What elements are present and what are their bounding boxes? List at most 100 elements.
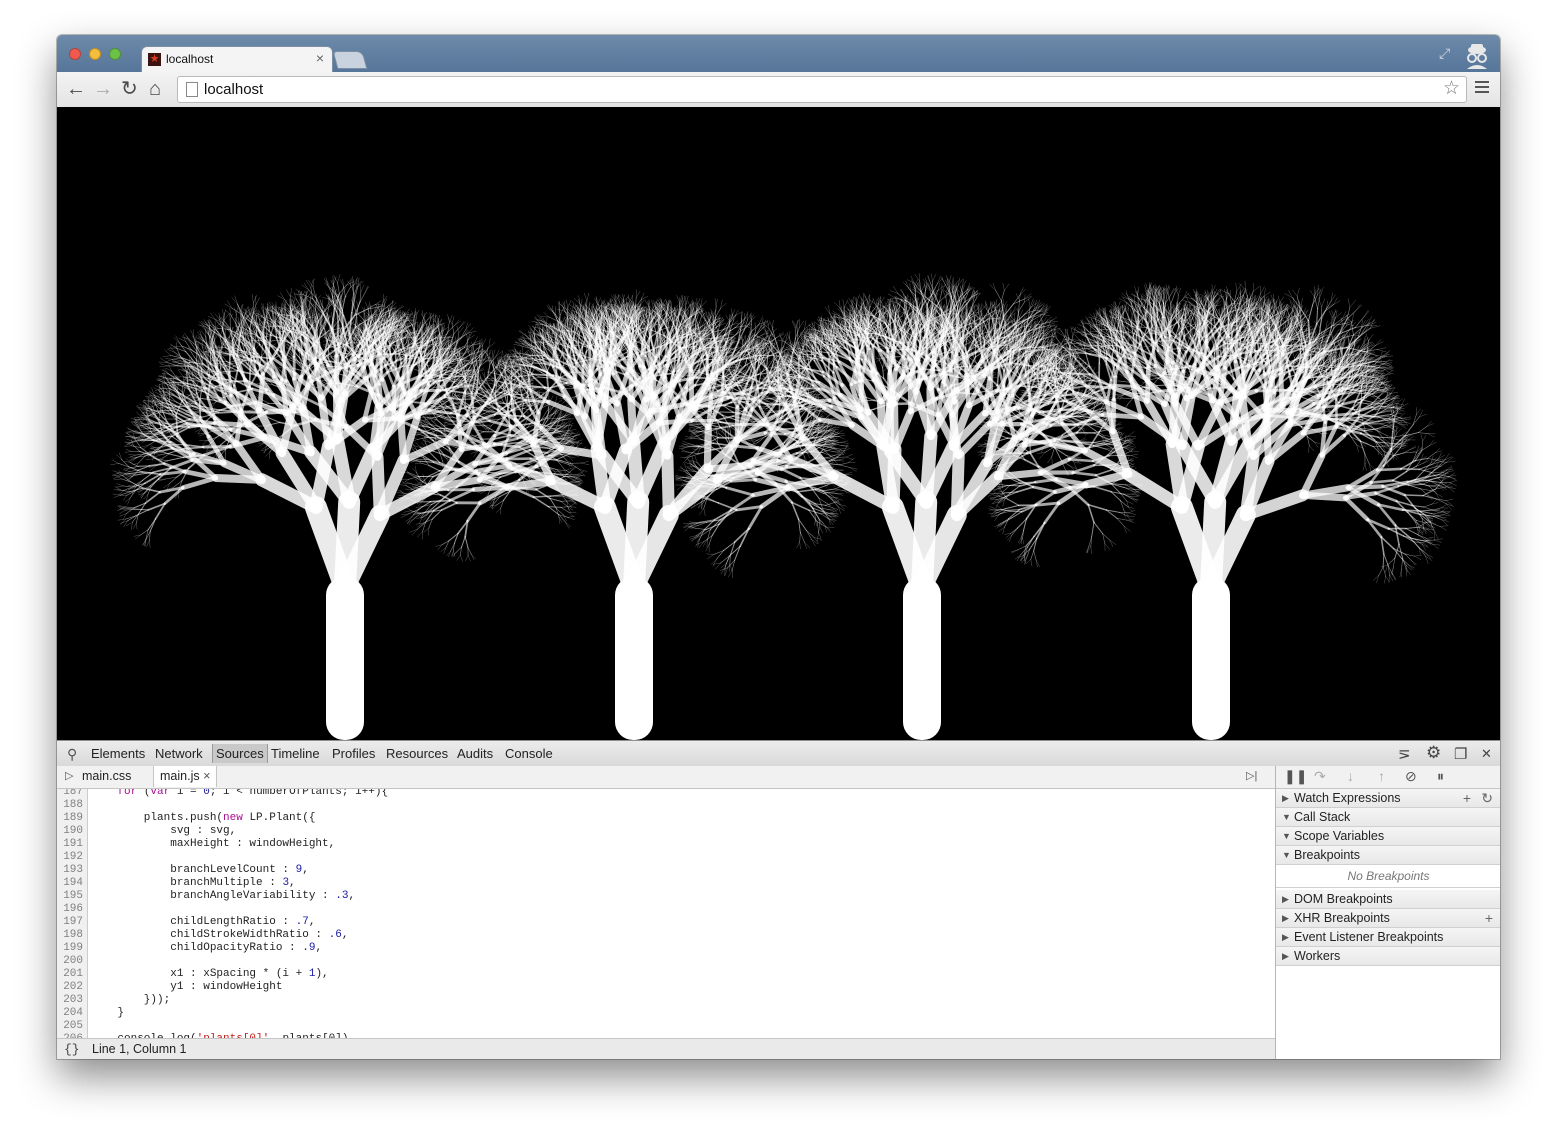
- tree-branch: [301, 284, 309, 290]
- favicon-icon: ★: [148, 53, 161, 66]
- tree-branch: [135, 509, 149, 517]
- tree-branch: [566, 467, 573, 471]
- forward-icon[interactable]: →: [93, 77, 113, 101]
- tree-branch: [580, 462, 590, 466]
- tree-branch: [128, 454, 136, 456]
- tree-branch: [131, 522, 133, 530]
- tree-branch: [310, 287, 313, 299]
- tree-branch: [169, 396, 177, 403]
- tree-branch: [145, 458, 156, 460]
- tree-branch: [181, 382, 184, 392]
- tree-branch: [458, 326, 464, 334]
- tree-branch: [222, 309, 224, 318]
- minimize-window-button[interactable]: [89, 48, 101, 60]
- tree-branch: [133, 444, 141, 452]
- tree-branch: [219, 336, 223, 348]
- tree-branch: [122, 495, 128, 501]
- tree-branch: [154, 384, 162, 389]
- home-icon[interactable]: ⌂: [149, 77, 161, 101]
- tree-branch: [234, 307, 237, 315]
- fullscreen-icon[interactable]: ⤢: [1439, 45, 1450, 62]
- tree-branch: [147, 392, 155, 398]
- tree-branch: [341, 295, 346, 312]
- tree-branch: [137, 489, 144, 492]
- new-tab-button[interactable]: [332, 51, 368, 69]
- tree-branch: [418, 360, 421, 377]
- tree-branch: [133, 522, 137, 529]
- tree-branch: [150, 392, 157, 397]
- tree-branch: [302, 293, 313, 299]
- tree-branch: [404, 308, 410, 316]
- zoom-window-button[interactable]: [109, 48, 121, 60]
- page-viewport: [57, 107, 1500, 740]
- tree-branch: [224, 303, 233, 309]
- tree-branch: [579, 469, 588, 472]
- tree-branch: [491, 349, 494, 358]
- tree-branch: [344, 287, 351, 297]
- tree-branch: [123, 445, 132, 447]
- tree-branch: [262, 324, 265, 341]
- tree-branch: [423, 311, 428, 318]
- address-bar[interactable]: localhost ☆: [177, 76, 1467, 103]
- menu-icon[interactable]: [1475, 81, 1489, 96]
- tree-branch: [341, 309, 344, 332]
- tree-branch: [371, 451, 386, 521]
- tree-branch: [575, 439, 583, 443]
- tree-branch: [286, 289, 291, 297]
- tree-branch: [158, 416, 166, 420]
- tree-branch: [555, 456, 563, 458]
- tree-branch: [159, 365, 168, 367]
- tree-branch: [178, 370, 184, 377]
- back-icon[interactable]: ←: [66, 77, 86, 101]
- tree-branch: [229, 307, 231, 315]
- tree-branch: [149, 540, 151, 548]
- tree-branch: [122, 469, 130, 472]
- bookmark-star-icon[interactable]: ☆: [1443, 77, 1460, 100]
- tree-branch: [111, 459, 119, 464]
- tree-branch: [136, 411, 142, 418]
- tree-branch: [235, 313, 237, 324]
- tree-branch: [451, 316, 455, 324]
- browser-window: ★ localhost × ⤢ ← → ↻ ⌂ localhost ☆ ⚲ El…: [57, 35, 1500, 1059]
- tree-branch: [304, 282, 309, 290]
- tab-title: localhost: [166, 52, 213, 66]
- tree-branch: [214, 322, 221, 329]
- tree-branch: [488, 342, 496, 348]
- tree-branch: [215, 329, 221, 337]
- tree-branch: [275, 301, 277, 310]
- tree-branch: [168, 364, 172, 372]
- tree-branch: [144, 491, 161, 504]
- tree-branch: [227, 300, 233, 309]
- tree-branch: [305, 279, 312, 288]
- browser-tab[interactable]: ★ localhost ×: [141, 46, 333, 73]
- tree-branch: [567, 517, 575, 520]
- tree-branch: [568, 512, 575, 518]
- tree-branch: [547, 506, 562, 508]
- tree-branch: [380, 344, 383, 363]
- close-window-button[interactable]: [69, 48, 81, 60]
- tree-branch: [466, 333, 468, 341]
- tab-close-icon[interactable]: ×: [316, 50, 324, 66]
- tree-branch: [195, 428, 202, 433]
- tree-branch: [365, 301, 369, 309]
- reload-icon[interactable]: ↻: [121, 77, 138, 101]
- tree-branch: [308, 317, 318, 319]
- tree-branch: [359, 284, 362, 293]
- tree-branch: [373, 411, 386, 461]
- tree-branch: [319, 299, 323, 307]
- tree-branch: [580, 461, 589, 464]
- tree-branch: [570, 465, 576, 472]
- tree-branch: [430, 316, 436, 322]
- title-bar: ★ localhost × ⤢: [57, 35, 1500, 73]
- tree-branch: [211, 474, 266, 484]
- url-text[interactable]: localhost: [204, 81, 263, 98]
- tree-branch: [253, 294, 258, 303]
- tree-branch: [199, 440, 207, 441]
- tree-branch: [565, 521, 571, 528]
- tree-branch: [308, 279, 314, 287]
- tree-branch: [248, 369, 252, 388]
- tree-branch: [201, 330, 206, 337]
- tree-branch: [224, 328, 227, 335]
- tree-branch: [197, 428, 202, 435]
- tree-branch: [556, 469, 567, 471]
